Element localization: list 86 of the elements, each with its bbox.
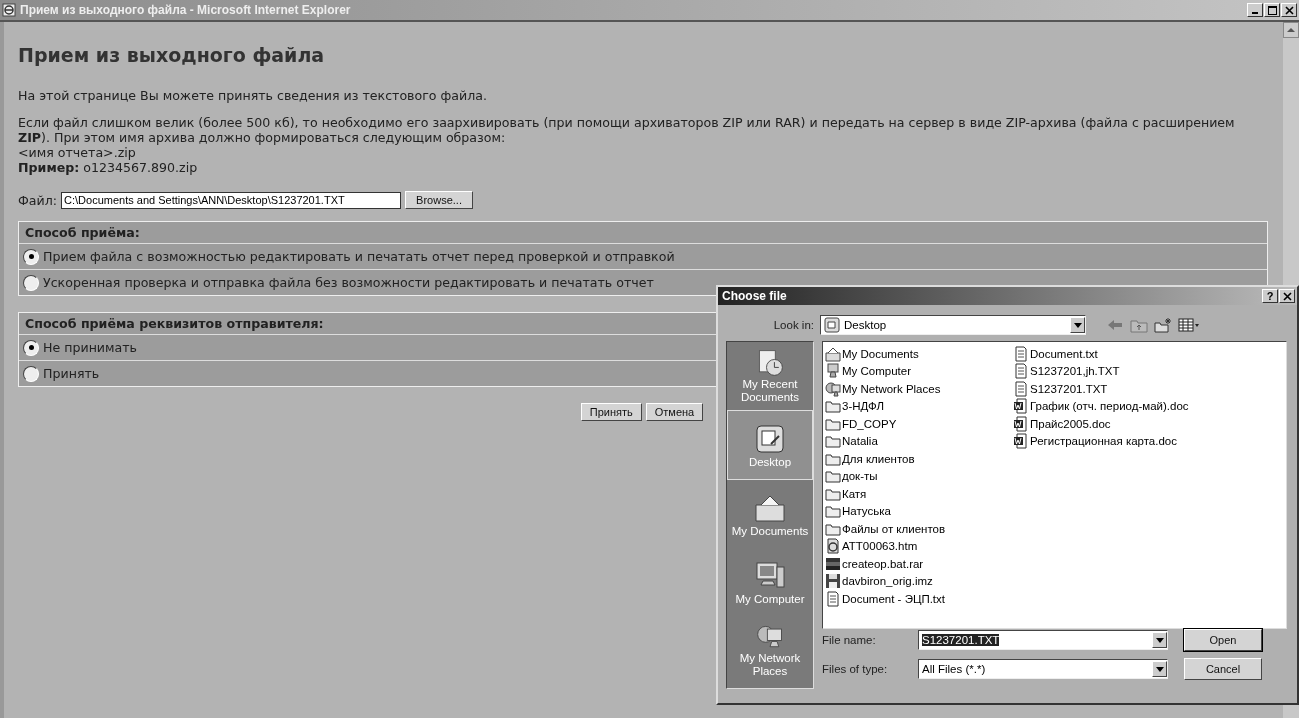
word-icon xyxy=(1013,433,1029,450)
look-in-label: Look in: xyxy=(772,319,814,331)
cancel-button[interactable]: Отмена xyxy=(645,403,704,421)
option-label: Принять xyxy=(43,366,100,381)
file-item[interactable]: Document.txt xyxy=(1013,345,1253,363)
folder-icon xyxy=(825,503,841,520)
scroll-up-icon[interactable] xyxy=(1283,22,1299,38)
close-icon xyxy=(1282,291,1292,301)
option-label: Не принимать xyxy=(43,340,138,355)
file-item[interactable]: График (отч. период-май).doc xyxy=(1013,397,1253,415)
text-icon xyxy=(1013,380,1029,397)
view-menu-icon[interactable] xyxy=(1178,317,1200,333)
file-item[interactable]: док-ты xyxy=(825,467,1013,485)
browse-button[interactable]: Browse... xyxy=(405,191,474,209)
places-item[interactable]: My Recent Documents xyxy=(727,342,813,410)
html-icon xyxy=(825,538,841,555)
page-heading: Прием из выходного файла xyxy=(18,44,326,66)
dropdown-arrow-icon xyxy=(1155,637,1164,643)
text-icon xyxy=(1013,363,1029,380)
dialog-title: Choose file xyxy=(722,289,787,303)
file-name-label: File name: xyxy=(822,634,877,646)
file-item[interactable]: My Network Places xyxy=(825,380,1013,398)
close-button[interactable] xyxy=(1281,3,1297,17)
dropdown-arrow-icon xyxy=(1073,322,1082,328)
desktop-icon xyxy=(824,317,840,333)
file-path-field[interactable]: C:\Documents and Settings\ANN\Desktop\S1237201.TXT xyxy=(61,191,402,209)
file-item[interactable]: FD_COPY xyxy=(825,415,1013,433)
file-item[interactable]: Прайс2005.doc xyxy=(1013,415,1253,433)
radio-button[interactable] xyxy=(23,365,39,382)
file-item[interactable]: ATT00063.htm xyxy=(825,537,1013,555)
file-label: Файл: xyxy=(18,192,58,208)
word-icon xyxy=(1013,415,1029,432)
file-item[interactable]: 3-НДФЛ xyxy=(825,397,1013,415)
file-item[interactable]: createop.bat.rar xyxy=(825,555,1013,573)
radio-button[interactable] xyxy=(23,339,39,356)
cancel-button[interactable]: Cancel xyxy=(1184,658,1262,680)
text-icon xyxy=(1013,345,1029,362)
file-item[interactable]: Файлы от клиентов xyxy=(825,520,1013,538)
file-item[interactable]: Катя xyxy=(825,485,1013,503)
help-button[interactable]: ? xyxy=(1262,289,1278,303)
folder-icon xyxy=(825,468,841,485)
archive-icon xyxy=(825,555,841,572)
file-type-dropdown[interactable]: All Files (*.*) xyxy=(918,659,1168,679)
file-item[interactable]: S1237201,jh.TXT xyxy=(1013,362,1253,380)
documents-icon xyxy=(825,345,841,362)
option-label: Прием файла с возможностью редактировать и печатать отчет перед проверкой и отправкой xyxy=(43,249,675,264)
word-icon xyxy=(1013,398,1029,415)
minimize-button[interactable] xyxy=(1247,3,1263,17)
intro-text: На этой странице Вы можете принять сведения из текстового файла. xyxy=(18,88,488,103)
file-item[interactable]: Регистрационная карта.doc xyxy=(1013,432,1253,450)
name-pattern: <имя отчета>.zip xyxy=(18,145,137,160)
maximize-icon xyxy=(1267,5,1277,15)
file-item[interactable]: Для клиентов xyxy=(825,450,1013,468)
radio-button[interactable] xyxy=(23,274,39,291)
folder-icon xyxy=(825,398,841,415)
close-button[interactable] xyxy=(1279,289,1295,303)
file-item[interactable]: Натуська xyxy=(825,502,1013,520)
file-item[interactable]: Natalia xyxy=(825,432,1013,450)
open-button[interactable]: Open xyxy=(1184,629,1262,651)
option-label: Ускоренная проверка и отправка файла без возможности редактировать и печатать отчет xyxy=(43,275,654,290)
dropdown-arrow-icon xyxy=(1155,666,1164,672)
file-type-label: Files of type: xyxy=(822,663,889,675)
places-item[interactable]: My Network Places xyxy=(727,616,813,684)
accept-button[interactable]: Принять xyxy=(580,403,642,421)
browser-icon xyxy=(2,3,16,17)
file-name-field[interactable]: S1237201.TXT xyxy=(918,630,1168,650)
window-title: Прием из выходного файла - Microsoft Internet Explorer xyxy=(20,3,351,17)
file-item[interactable]: My Documents xyxy=(825,345,1013,363)
new-folder-icon[interactable] xyxy=(1154,317,1172,333)
places-item[interactable]: My Computer xyxy=(727,548,813,616)
file-item[interactable]: davbiron_orig.imz xyxy=(825,572,1013,590)
folder-icon xyxy=(825,433,841,450)
maximize-button[interactable] xyxy=(1264,3,1280,17)
example-text: Пример: o1234567.890.zip xyxy=(18,160,199,175)
look-in-dropdown[interactable]: Desktop xyxy=(820,315,1086,335)
archive-note: Если файл слишком велик (более 500 кб), то необходимо его заархивировать (при помощи архиваторов ZIP или RAR) и передать на сервер в виде ZIP-архива (файла с расширением ZIP). При этом имя архива должно формироваться следующим образом: xyxy=(18,115,1236,145)
network-icon xyxy=(825,380,841,397)
places-item[interactable]: My Documents xyxy=(727,480,813,548)
file-item[interactable]: Document - ЭЦП.txt xyxy=(825,590,1013,608)
radio-button[interactable] xyxy=(23,248,39,265)
file-item[interactable]: My Computer xyxy=(825,362,1013,380)
close-icon xyxy=(1284,5,1294,15)
text-icon xyxy=(825,590,841,607)
file-item[interactable]: S1237201.TXT xyxy=(1013,380,1253,398)
computer-icon xyxy=(825,363,841,380)
section-title: Способ приёма: xyxy=(19,222,1267,244)
